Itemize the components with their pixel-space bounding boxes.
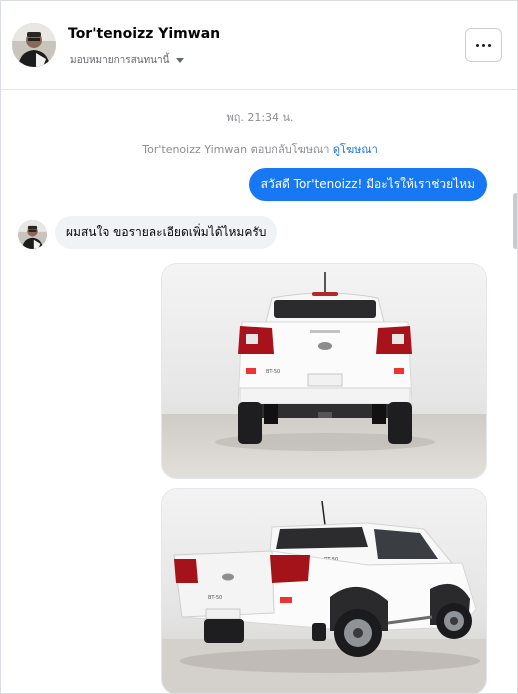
more-options-button[interactable]: [465, 28, 502, 62]
contact-avatar[interactable]: [12, 23, 56, 67]
car-photo-three-quarter[interactable]: BT-50 BT-50: [161, 488, 487, 693]
outgoing-message: สวัสดี Tor'tenoizz! มีอะไรให้เราช่วยไหม: [248, 168, 487, 201]
caret-down-icon: [176, 58, 185, 63]
car-photo-rear[interactable]: BT-50: [161, 263, 487, 479]
messenger-window: Tor'tenoizz Yimwan มอบหมายการสนทนานี้ พฤ…: [0, 0, 518, 694]
svg-text:BT-50: BT-50: [208, 595, 222, 601]
view-ad-link[interactable]: ดูโฆษณา: [333, 143, 378, 156]
thread-scrollbar[interactable]: [513, 193, 517, 249]
ad-reply-notice: Tor'tenoizz Yimwan ตอบกลับโฆษณา ดูโฆษณา: [1, 140, 517, 158]
contact-name[interactable]: Tor'tenoizz Yimwan: [68, 26, 220, 42]
sender-avatar[interactable]: [18, 220, 47, 249]
message-timestamp: พฤ. 21:34 น.: [226, 111, 294, 124]
message-thread: พฤ. 21:34 น. Tor'tenoizz Yimwan ตอบกลับโ…: [1, 91, 517, 693]
incoming-message: ผมสนใจ ขอรายละเอียดเพิ่มได้ไหมครับ: [55, 216, 278, 249]
conversation-header: Tor'tenoizz Yimwan มอบหมายการสนทนานี้: [1, 1, 517, 90]
more-dots-icon: [476, 43, 491, 47]
assign-conversation-dropdown[interactable]: มอบหมายการสนทนานี้: [70, 53, 185, 68]
assign-conversation-label: มอบหมายการสนทนานี้: [70, 55, 170, 66]
svg-text:BT-50: BT-50: [266, 369, 280, 375]
ad-reply-text: Tor'tenoizz Yimwan ตอบกลับโฆษณา: [142, 143, 330, 156]
